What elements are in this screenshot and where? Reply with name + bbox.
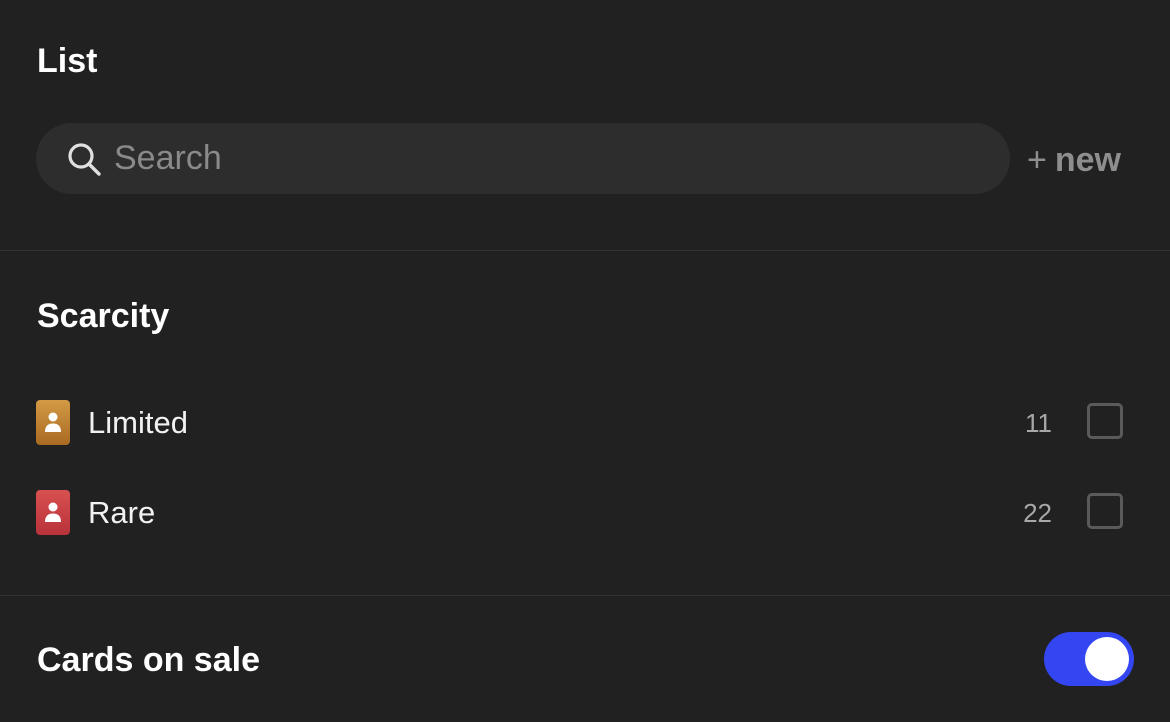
search-icon	[66, 141, 102, 177]
toggle-knob	[1085, 637, 1129, 681]
scarcity-row-limited[interactable]: Limited 11	[0, 393, 1170, 453]
search-input[interactable]	[114, 123, 974, 194]
rare-card-icon	[36, 490, 70, 535]
page-title: List	[37, 42, 98, 80]
person-icon	[45, 502, 61, 522]
limited-card-icon	[36, 400, 70, 445]
person-icon	[45, 412, 61, 432]
scarcity-count: 22	[1023, 498, 1052, 528]
new-button-label: new	[1054, 141, 1121, 179]
limited-checkbox[interactable]	[1087, 403, 1123, 439]
cards-on-sale-toggle[interactable]	[1044, 632, 1134, 686]
scarcity-label: Limited	[88, 405, 188, 440]
scarcity-count: 11	[1025, 408, 1052, 438]
new-button[interactable]: + new	[1027, 140, 1121, 180]
divider	[0, 595, 1170, 596]
plus-icon: +	[1027, 141, 1047, 179]
rare-checkbox[interactable]	[1087, 493, 1123, 529]
cards-on-sale-label: Cards on sale	[37, 641, 260, 679]
scarcity-heading: Scarcity	[37, 297, 170, 335]
scarcity-row-rare[interactable]: Rare 22	[0, 483, 1170, 543]
scarcity-label: Rare	[88, 495, 156, 530]
search-bar[interactable]	[36, 123, 1010, 194]
divider	[0, 250, 1170, 251]
